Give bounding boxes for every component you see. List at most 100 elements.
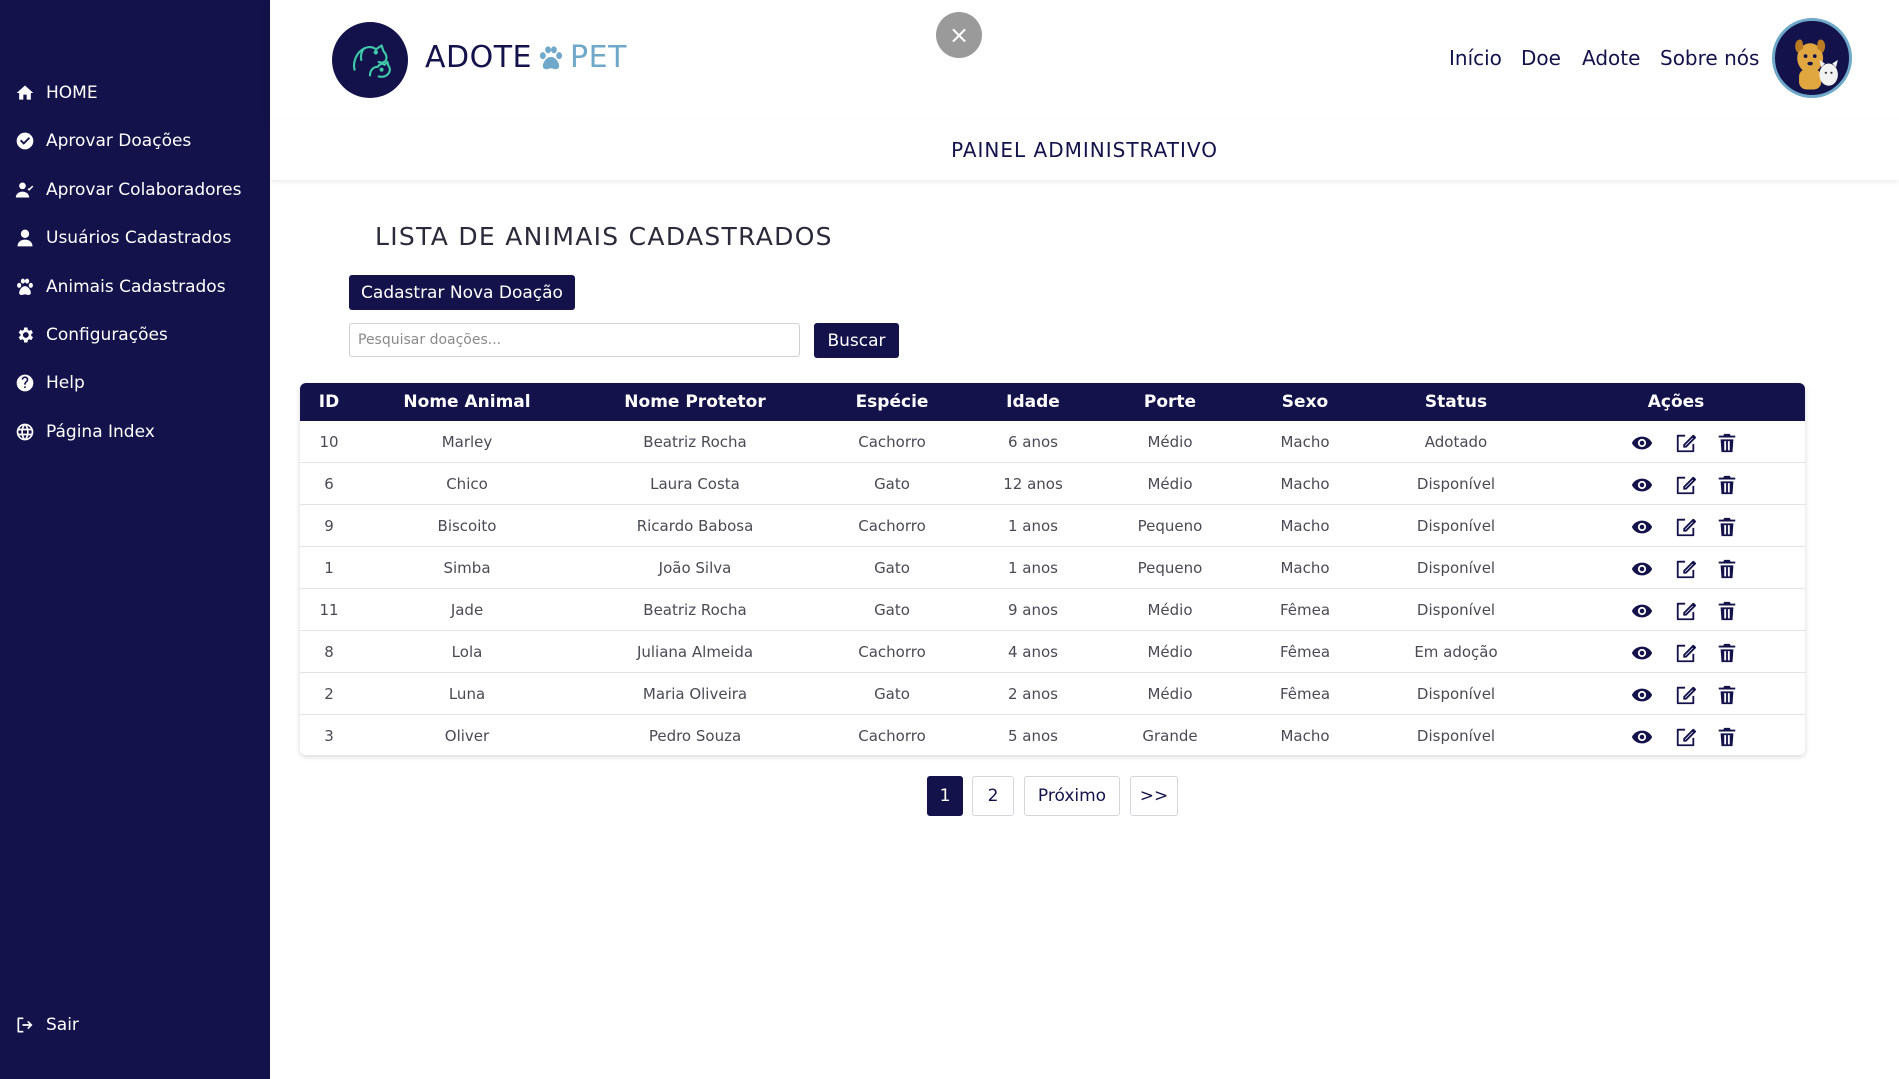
cell-idade: 1 anos	[1007, 517, 1059, 535]
next-page-button[interactable]: Próximo	[1024, 776, 1120, 816]
table-row: 1 Simba João Silva Gato 1 anos Pequeno Macho Di…	[300, 547, 1805, 589]
view-button[interactable]	[1631, 558, 1653, 580]
sidebar-item-label: Configurações	[46, 325, 168, 345]
edit-icon	[1676, 644, 1697, 663]
column-header-especie: Espécie	[855, 392, 929, 412]
cell-id: 1	[324, 559, 334, 577]
trash-icon	[1718, 559, 1736, 579]
cell-nome-protetor: Juliana Almeida	[636, 643, 754, 661]
page-number: 2	[987, 786, 999, 806]
dog-cat-avatar-icon	[1795, 39, 1838, 90]
search-input[interactable]	[349, 323, 800, 357]
last-page-button[interactable]: >>	[1130, 776, 1178, 816]
view-button[interactable]	[1631, 474, 1653, 496]
user-check-icon	[14, 179, 36, 201]
delete-button[interactable]	[1716, 474, 1738, 496]
cell-status: Disponível	[1416, 475, 1496, 493]
sidebar-item-configuracoes[interactable]: Configurações	[14, 320, 168, 350]
view-button[interactable]	[1631, 516, 1653, 538]
trash-icon	[1718, 433, 1736, 453]
delete-button[interactable]	[1716, 432, 1738, 454]
logo[interactable]	[332, 22, 408, 98]
sidebar-item-sair[interactable]: Sair	[14, 1010, 79, 1040]
last-page-label: >>	[1139, 786, 1169, 806]
cell-especie: Cachorro	[858, 643, 926, 661]
trash-icon	[1718, 727, 1736, 747]
edit-button[interactable]	[1675, 474, 1697, 496]
sidebar-item-animais[interactable]: Animais Cadastrados	[14, 272, 226, 302]
cell-porte: Médio	[1147, 685, 1193, 703]
edit-button[interactable]	[1675, 600, 1697, 622]
cell-nome-animal: Oliver	[444, 727, 490, 745]
cell-status: Adotado	[1424, 433, 1488, 451]
close-icon: ×	[948, 21, 970, 49]
search-button-label: Buscar	[827, 330, 886, 351]
edit-button[interactable]	[1675, 642, 1697, 664]
cell-nome-animal: Lola	[451, 643, 483, 661]
trash-icon	[1718, 685, 1736, 705]
nav-link-inicio[interactable]: Início	[1449, 46, 1502, 70]
nav-link-sobre-nos[interactable]: Sobre nós	[1660, 46, 1759, 70]
new-donation-button[interactable]: Cadastrar Nova Doação	[349, 275, 575, 310]
cell-idade: 5 anos	[1007, 727, 1059, 745]
admin-panel-bar: PAINEL ADMINISTRATIVO	[270, 120, 1899, 180]
view-button[interactable]	[1631, 600, 1653, 622]
cell-idade: 9 anos	[1007, 601, 1059, 619]
page-button-1[interactable]: 1	[927, 776, 963, 816]
column-header-status: Status	[1424, 392, 1488, 412]
delete-button[interactable]	[1716, 516, 1738, 538]
column-header-sexo: Sexo	[1281, 392, 1329, 412]
page-button-2[interactable]: 2	[972, 776, 1014, 816]
trash-icon	[1718, 643, 1736, 663]
sidebar-item-usuarios[interactable]: Usuários Cadastrados	[14, 223, 231, 253]
view-button[interactable]	[1631, 684, 1653, 706]
sidebar-item-pagina-index[interactable]: Página Index	[14, 417, 155, 447]
cell-nome-protetor: Laura Costa	[650, 475, 740, 493]
edit-icon	[1676, 434, 1697, 453]
avatar[interactable]	[1772, 18, 1852, 98]
view-button[interactable]	[1631, 642, 1653, 664]
animals-table: ID Nome Animal Nome Protetor Espécie Ida…	[300, 383, 1805, 755]
search-button[interactable]: Buscar	[814, 323, 899, 358]
eye-icon	[1631, 646, 1653, 660]
nav-link-doe[interactable]: Doe	[1521, 46, 1561, 70]
cell-porte: Grande	[1142, 727, 1198, 745]
cell-nome-animal: Marley	[441, 433, 493, 451]
nav-link-adote[interactable]: Adote	[1582, 46, 1640, 70]
cell-id: 8	[324, 643, 334, 661]
cell-sexo: Fêmea	[1279, 685, 1331, 703]
eye-icon	[1631, 562, 1653, 576]
cell-nome-protetor: Beatriz Rocha	[643, 601, 747, 619]
cell-status: Em adoção	[1414, 643, 1498, 661]
cell-nome-protetor: Beatriz Rocha	[643, 433, 747, 451]
edit-button[interactable]	[1675, 432, 1697, 454]
delete-button[interactable]	[1716, 684, 1738, 706]
edit-button[interactable]	[1675, 684, 1697, 706]
next-page-label: Próximo	[1037, 786, 1107, 806]
view-button[interactable]	[1631, 726, 1653, 748]
sidebar-item-aprovar-doacoes[interactable]: Aprovar Doações	[14, 126, 191, 156]
edit-button[interactable]	[1675, 516, 1697, 538]
close-button[interactable]: ×	[936, 12, 982, 58]
view-button[interactable]	[1631, 432, 1653, 454]
cell-idade: 4 anos	[1007, 643, 1059, 661]
delete-button[interactable]	[1716, 726, 1738, 748]
delete-button[interactable]	[1716, 558, 1738, 580]
sidebar-item-help[interactable]: Help	[14, 368, 85, 398]
user-icon	[14, 227, 36, 249]
sidebar-item-aprovar-colaboradores[interactable]: Aprovar Colaboradores	[14, 175, 241, 205]
delete-button[interactable]	[1716, 642, 1738, 664]
table-row: 3 Oliver Pedro Souza Cachorro 5 anos Grande Ma…	[300, 715, 1805, 755]
cell-id: 6	[324, 475, 334, 493]
cell-nome-animal: Simba	[443, 559, 491, 577]
edit-button[interactable]	[1675, 558, 1697, 580]
sidebar-item-home[interactable]: HOME	[14, 78, 98, 108]
cell-status: Disponível	[1416, 727, 1496, 745]
edit-icon	[1676, 560, 1697, 579]
cell-idade: 2 anos	[1007, 685, 1059, 703]
delete-button[interactable]	[1716, 600, 1738, 622]
edit-icon	[1676, 686, 1697, 705]
new-donation-label: Cadastrar Nova Doação	[361, 282, 563, 303]
edit-button[interactable]	[1675, 726, 1697, 748]
cell-nome-protetor: Pedro Souza	[648, 727, 742, 745]
